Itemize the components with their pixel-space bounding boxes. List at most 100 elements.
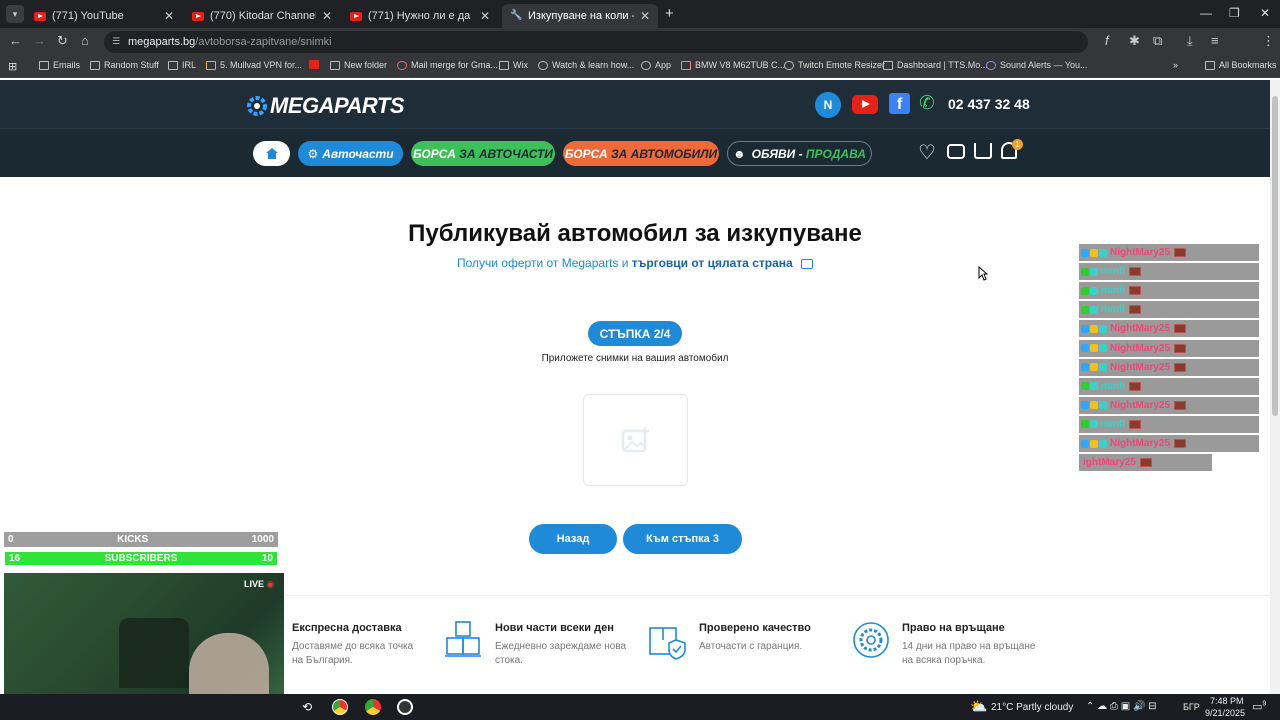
- nav-car-exchange[interactable]: БОРСА ЗА АВТОМОБИЛИ: [563, 141, 719, 166]
- bookmark-twitch[interactable]: Twitch Emote Resizer: [784, 60, 885, 70]
- photo-upload-dropzone[interactable]: [583, 394, 688, 486]
- phone-number[interactable]: 02 437 32 48: [948, 96, 1030, 112]
- chat-emote-icon: [1174, 439, 1187, 448]
- bookmark-dashboard[interactable]: Dashboard | TTS.Mo...: [883, 60, 988, 70]
- chat-username: mmfl: [1101, 304, 1125, 316]
- bookmark-emails[interactable]: Emails: [39, 60, 80, 70]
- chat-emote-icon: [1174, 343, 1187, 353]
- close-tab-icon[interactable]: ✕: [640, 9, 650, 23]
- chat-emote-icon: [1174, 400, 1187, 410]
- tab-kitodar[interactable]: (770) Kitodar Channel - YouTub ✕: [184, 4, 340, 28]
- home-icon[interactable]: ⌂: [81, 33, 89, 48]
- extension-icon[interactable]: f: [1105, 33, 1109, 48]
- close-tab-icon[interactable]: ✕: [322, 9, 332, 23]
- bookmark-app[interactable]: App: [641, 60, 671, 70]
- bookmark-bmw[interactable]: BMW V8 M62TUB C...: [681, 60, 785, 70]
- close-window-icon[interactable]: ✕: [1260, 6, 1270, 20]
- chrome-app-icon[interactable]: [332, 699, 348, 715]
- forward-icon[interactable]: →: [33, 33, 46, 48]
- feature-desc-line: стока.: [495, 655, 523, 666]
- language-indicator[interactable]: БГР: [1183, 702, 1200, 712]
- new-tab-button[interactable]: +: [665, 5, 674, 22]
- bookmark-sound-alerts[interactable]: Sound Alerts — You...: [986, 60, 1088, 70]
- feature-title: Нови части всеки ден: [495, 622, 614, 634]
- bookmark-label: App: [655, 60, 672, 70]
- back-button[interactable]: Назад: [529, 524, 617, 554]
- chat-message: NightMary25: [1079, 320, 1259, 338]
- chat-badge-icon: [1099, 248, 1107, 257]
- clock-date[interactable]: 9/21/2025: [1205, 708, 1245, 718]
- tab-youtube[interactable]: (771) YouTube ✕: [26, 4, 182, 28]
- chat-badge-icon: [1081, 324, 1089, 333]
- back-icon[interactable]: ←: [9, 33, 22, 48]
- tab-megaparts[interactable]: 🔧 Изкупуване на коли - MEGAPA ✕: [502, 4, 658, 28]
- tab-search-button[interactable]: ▾: [6, 5, 24, 23]
- next-step-button[interactable]: Към стъпка 3: [623, 524, 742, 554]
- media-icon[interactable]: ≡: [1211, 33, 1219, 48]
- taskbar-app-icon[interactable]: ⟲: [302, 700, 312, 714]
- info-icon[interactable]: [801, 258, 814, 269]
- chat-badge-icon: [1090, 401, 1098, 410]
- bookmark-watch-learn[interactable]: Watch & learn how...: [538, 60, 634, 70]
- notifications-icon[interactable]: ▭9: [1252, 700, 1266, 713]
- tab-title: (771) Нужно ли е да переш па: [368, 10, 474, 22]
- subtitle-highlight: търговци от цялата страна: [631, 256, 793, 270]
- heart-icon[interactable]: ♡: [918, 140, 936, 165]
- puzzle-icon[interactable]: ⧉: [1153, 33, 1162, 49]
- chat-message: NightMary25: [1079, 339, 1259, 357]
- chat-badge-icon: [1081, 439, 1089, 448]
- address-bar[interactable]: ☰ megaparts.bg/avtoborsa-zapitvane/snimk…: [104, 31, 1088, 53]
- chat-message: mmfl: [1079, 301, 1259, 319]
- reload-icon[interactable]: ↻: [57, 33, 68, 49]
- chrome-app-icon[interactable]: [365, 699, 381, 715]
- nav-label: БОРСА: [413, 146, 456, 161]
- chat-username: NightMary25: [1110, 323, 1171, 335]
- site-info-icon[interactable]: ☰: [112, 36, 120, 47]
- bookmark-new-folder[interactable]: New folder: [330, 60, 387, 70]
- extension-icon[interactable]: ✱: [1129, 33, 1140, 49]
- weather-text[interactable]: 21°C Partly cloudy: [991, 702, 1073, 713]
- apple-icon: [538, 60, 548, 70]
- close-tab-icon[interactable]: ✕: [480, 9, 490, 23]
- avatar[interactable]: N: [815, 92, 841, 118]
- youtube-icon[interactable]: [852, 95, 878, 114]
- chat-badge-icon: [1090, 324, 1098, 333]
- download-icon[interactable]: ⤓: [1187, 33, 1193, 49]
- chat-badge-icon: [1099, 439, 1107, 448]
- tab-video[interactable]: (771) Нужно ли е да переш па ✕: [342, 4, 498, 28]
- nav-auto-parts[interactable]: ⚙ Авточасти: [298, 141, 403, 166]
- nav-parts-exchange[interactable]: БОРСА ЗА АВТОЧАСТИ: [411, 141, 555, 166]
- bookmark-label: IRL: [182, 60, 197, 70]
- chat-badge-icon: [1090, 344, 1098, 352]
- apps-icon[interactable]: ⊞: [8, 60, 17, 73]
- tray-icons[interactable]: ⌃ ☁ ⎙ ▣ 🔊 ⊟: [1086, 701, 1157, 712]
- bookmarks-bar: ⊞ Emails Random Stuff IRL 5. Mullvad VPN…: [0, 56, 1280, 78]
- bookmark-random-stuff[interactable]: Random Stuff: [90, 60, 159, 70]
- more-bookmarks-icon[interactable]: »: [1173, 60, 1178, 70]
- bookmark-wix[interactable]: Wix: [499, 60, 528, 70]
- bookmark-mullvad[interactable]: 5. Mullvad VPN for...: [206, 60, 302, 70]
- windows-taskbar: ⟲ ⛅ 21°C Partly cloudy ⌃ ☁ ⎙ ▣ 🔊 ⊟ БГР 7…: [0, 694, 1280, 720]
- chat-badge-icon: [1099, 344, 1107, 352]
- cart-icon[interactable]: [974, 143, 992, 159]
- close-tab-icon[interactable]: ✕: [164, 9, 174, 23]
- all-bookmarks[interactable]: All Bookmarks: [1205, 60, 1277, 70]
- bookmark-mail-merge[interactable]: Mail merge for Gma...: [397, 60, 498, 70]
- site-logo[interactable]: MEGAPARTS: [246, 93, 405, 119]
- bookmark-youtube[interactable]: [309, 60, 323, 69]
- obs-app-icon[interactable]: [397, 699, 413, 715]
- bookmark-irl[interactable]: IRL: [168, 60, 196, 70]
- chat-badge-icon: [1081, 248, 1089, 257]
- goal-end: 1000: [251, 534, 274, 545]
- feature-desc-line: Доставяме до всяка точка: [292, 641, 414, 652]
- minimize-icon[interactable]: —: [1200, 6, 1212, 20]
- restore-icon[interactable]: ❐: [1229, 6, 1240, 20]
- home-button[interactable]: [253, 141, 290, 166]
- menu-icon[interactable]: ⋮: [1262, 33, 1275, 49]
- clock-time[interactable]: 7:48 PM: [1210, 696, 1244, 706]
- chat-message: NightMary25: [1079, 358, 1259, 376]
- scrollbar-thumb[interactable]: [1272, 96, 1278, 416]
- chat-icon[interactable]: [947, 144, 965, 159]
- nav-ads[interactable]: ☻ ОБЯВИ - ПРОДАВА: [727, 141, 872, 166]
- facebook-icon[interactable]: f: [889, 93, 910, 114]
